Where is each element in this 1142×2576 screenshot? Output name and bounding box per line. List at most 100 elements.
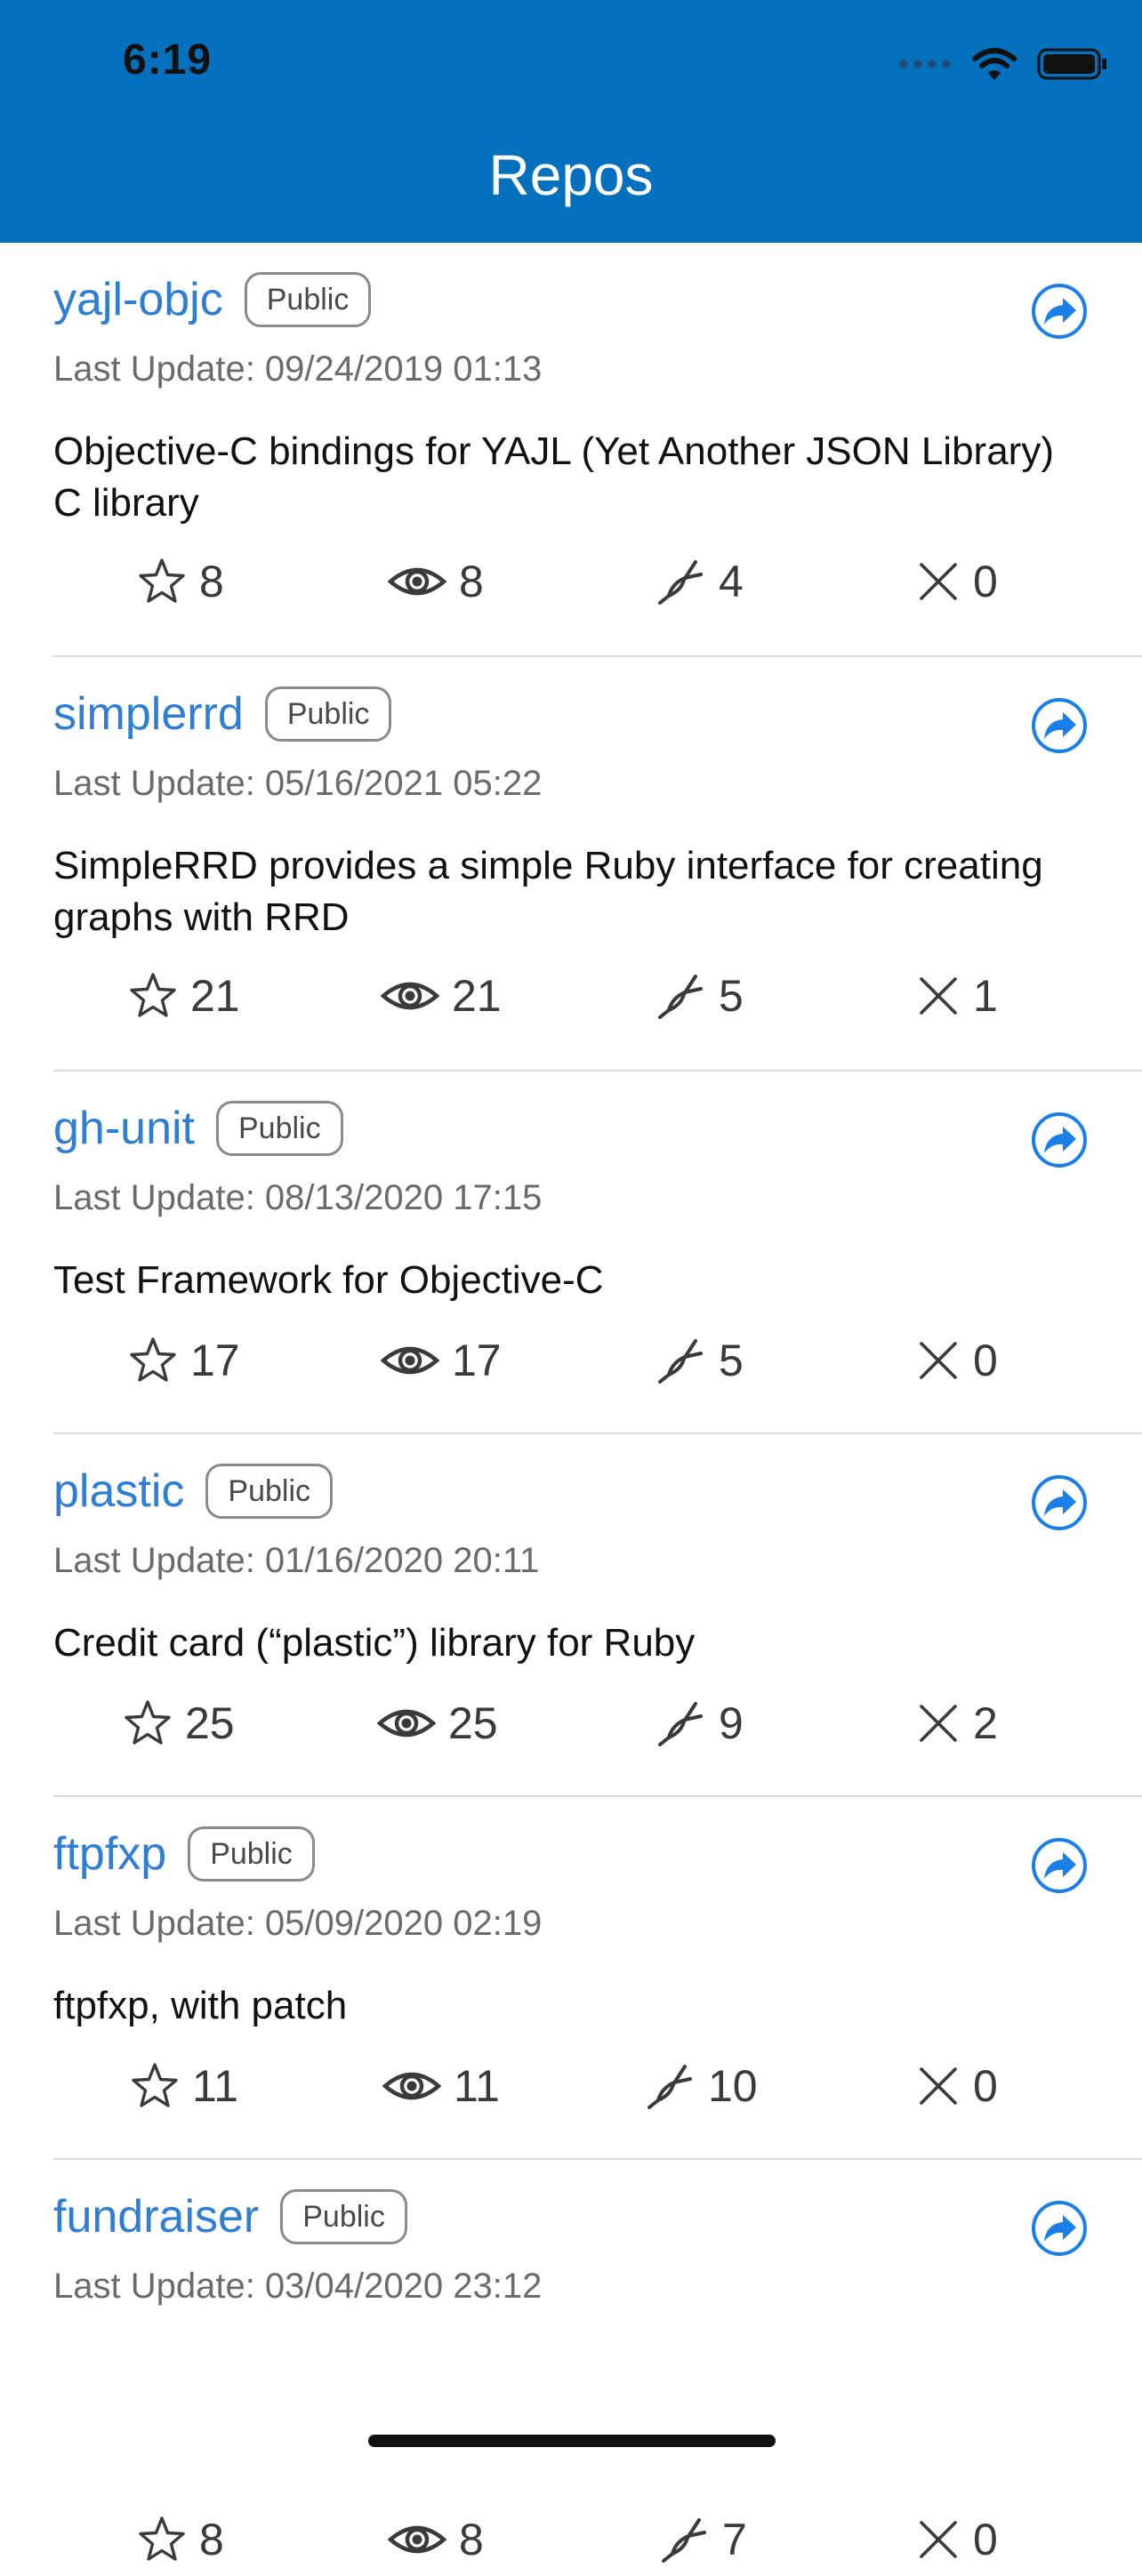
repo-stats: 25 25 9 2 <box>0 1697 1142 1760</box>
last-update: Last Update: 05/09/2020 02:19 <box>53 1904 543 1943</box>
last-update: Last Update: 01/16/2020 20:11 <box>53 1541 540 1580</box>
watchers-stat: 25 <box>377 1697 498 1749</box>
repo-stats: 8 8 4 0 <box>0 556 1142 618</box>
share-arrow-icon[interactable] <box>1030 1836 1089 1895</box>
signal-icon <box>899 60 951 68</box>
repo-description: ftpfxp, with patch <box>53 1984 348 2027</box>
repo-stats: 17 17 5 0 <box>0 1335 1142 1397</box>
repo-name-link[interactable]: simplerrd <box>53 686 244 742</box>
repo-description: Test Framework for Objective-C <box>53 1258 604 1302</box>
repo-name-link[interactable]: yajl-objc <box>53 271 223 328</box>
forks-count: 5 <box>719 1336 744 1385</box>
last-update: Last Update: 05/16/2021 05:22 <box>53 764 543 803</box>
wifi-icon <box>972 48 1017 80</box>
x-icon <box>920 2067 957 2105</box>
issues-count: 0 <box>973 2061 998 2111</box>
x-icon <box>920 2521 957 2558</box>
repo-stats: 11 11 10 0 <box>0 2060 1142 2123</box>
stars-count: 8 <box>199 2515 224 2564</box>
watchers-count: 8 <box>459 2515 484 2564</box>
forks-stat: 9 <box>655 1697 744 1749</box>
repo-row[interactable]: ftpfxp Public Last Update: 05/09/2020 02:1… <box>0 1797 1142 2160</box>
fork-icon <box>658 560 703 605</box>
share-arrow-icon[interactable] <box>1030 1111 1089 1169</box>
repo-header: gh-unit Public <box>53 1100 343 1157</box>
fork-icon <box>662 2518 706 2563</box>
forks-count: 4 <box>719 557 744 606</box>
stars-count: 17 <box>190 1336 240 1385</box>
stars-stat: 25 <box>123 1697 235 1749</box>
share-arrow-icon[interactable] <box>1030 1473 1089 1532</box>
status-icons <box>898 43 1108 85</box>
forks-stat: 7 <box>658 2514 747 2565</box>
issues-count: 0 <box>973 557 998 606</box>
nav-bar: 6:19 Repos <box>0 0 1142 243</box>
watchers-count: 21 <box>452 971 502 1021</box>
forks-count: 7 <box>722 2515 747 2564</box>
repo-row[interactable]: fundraiser Public Last Update: 03/04/2020 … <box>0 2160 1142 2564</box>
stars-stat: 21 <box>128 970 240 1022</box>
eye-icon <box>377 1709 436 1737</box>
last-update: Last Update: 08/13/2020 17:15 <box>53 1178 543 1217</box>
issues-stat: 0 <box>916 556 998 607</box>
last-update: Last Update: 03/04/2020 23:12 <box>53 2267 543 2306</box>
repo-list: yajl-objc Public Last Update: 09/24/2019 0… <box>0 243 1142 2564</box>
fork-icon <box>658 1339 703 1384</box>
watchers-count: 25 <box>448 1698 498 1748</box>
visibility-badge: Public <box>188 1826 315 1882</box>
stars-stat: 8 <box>137 2514 224 2565</box>
stars-count: 8 <box>199 557 224 606</box>
repo-row[interactable]: simplerrd Public Last Update: 05/16/2021 0… <box>0 657 1142 1071</box>
repo-description: Objective-C bindings for YAJL (Yet Anoth… <box>53 429 1054 525</box>
repo-header: yajl-objc Public <box>53 271 372 328</box>
last-update: Last Update: 09/24/2019 01:13 <box>53 349 543 389</box>
share-arrow-icon[interactable] <box>1030 2199 1089 2258</box>
stars-count: 11 <box>192 2061 238 2111</box>
repo-description: Credit card (“plastic”) library for Ruby <box>53 1621 696 1665</box>
issues-stat: 0 <box>916 2060 998 2112</box>
watchers-stat: 8 <box>388 556 484 607</box>
repo-name-link[interactable]: ftpfxp <box>53 1826 166 1882</box>
status-time: 6:19 <box>123 36 213 84</box>
home-indicator[interactable] <box>368 2435 776 2447</box>
issues-stat: 0 <box>916 2514 998 2565</box>
forks-stat: 4 <box>655 556 744 607</box>
watchers-count: 8 <box>459 557 484 606</box>
visibility-badge: Public <box>205 1464 334 1519</box>
eye-icon <box>388 567 446 596</box>
eye-icon <box>382 2072 441 2100</box>
issues-count: 1 <box>973 971 998 1021</box>
issues-stat: 0 <box>916 1335 998 1386</box>
eye-icon <box>381 982 439 1010</box>
repo-name-link[interactable]: plastic <box>53 1463 184 1520</box>
watchers-stat: 17 <box>381 1335 502 1386</box>
stars-stat: 17 <box>128 1335 240 1386</box>
share-arrow-icon[interactable] <box>1030 696 1089 755</box>
fork-icon <box>658 975 703 1019</box>
repo-row[interactable]: yajl-objc Public Last Update: 09/24/2019 0… <box>0 243 1142 657</box>
repo-name-link[interactable]: gh-unit <box>53 1100 195 1157</box>
visibility-badge: Public <box>244 272 372 327</box>
repo-row[interactable]: plastic Public Last Update: 01/16/2020 20:… <box>0 1434 1142 1797</box>
visibility-badge: Public <box>216 1101 343 1156</box>
fork-icon <box>647 2065 692 2109</box>
battery-icon <box>1037 48 1106 80</box>
watchers-count: 17 <box>452 1336 502 1385</box>
stars-stat: 8 <box>137 556 224 607</box>
issues-stat: 1 <box>916 970 998 1022</box>
eye-icon <box>388 2525 446 2554</box>
repo-header: ftpfxp Public <box>53 1826 315 1882</box>
forks-stat: 5 <box>655 1335 744 1386</box>
forks-count: 5 <box>719 971 744 1021</box>
watchers-stat: 8 <box>388 2514 484 2565</box>
forks-stat: 5 <box>655 970 744 1022</box>
repo-header: fundraiser Public <box>53 2188 407 2245</box>
share-arrow-icon[interactable] <box>1030 282 1089 341</box>
eye-icon <box>381 1346 439 1375</box>
repo-stats: 8 8 7 0 <box>0 2514 1142 2576</box>
repo-row[interactable]: gh-unit Public Last Update: 08/13/2020 17:… <box>0 1071 1142 1434</box>
visibility-badge: Public <box>264 686 392 742</box>
repo-name-link[interactable]: fundraiser <box>53 2188 259 2245</box>
x-icon <box>920 977 957 1015</box>
issues-count: 2 <box>973 1698 998 1748</box>
